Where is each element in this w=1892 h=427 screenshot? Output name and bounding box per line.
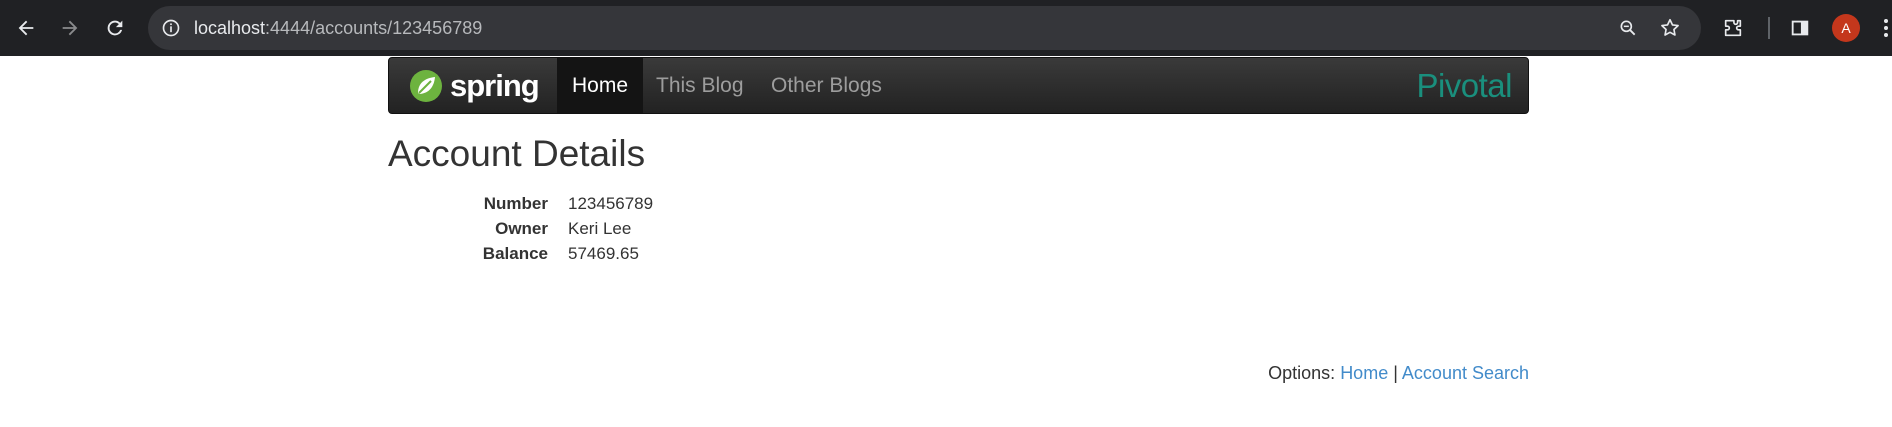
nav-item-this-blog[interactable]: This Blog — [641, 58, 759, 113]
extensions-icon[interactable] — [1717, 12, 1749, 44]
home-link[interactable]: Home — [1340, 363, 1388, 383]
url-host: localhost — [194, 18, 266, 38]
account-search-link[interactable]: Account Search — [1402, 363, 1529, 383]
bookmark-star-icon[interactable] — [1657, 15, 1683, 41]
options-footer: Options: Home | Account Search — [1268, 362, 1529, 384]
nav-item-other-blogs[interactable]: Other Blogs — [756, 58, 897, 113]
back-button[interactable] — [8, 10, 44, 46]
detail-label: Number — [483, 194, 548, 213]
detail-value: Keri Lee — [568, 219, 632, 238]
zoom-icon[interactable] — [1615, 15, 1641, 41]
link-separator: | — [1393, 363, 1398, 383]
forward-icon — [62, 20, 78, 36]
detail-label: Balance — [482, 244, 548, 263]
toolbar-divider — [1768, 17, 1770, 39]
spring-leaf-icon — [410, 70, 442, 102]
reload-icon — [107, 20, 123, 36]
spring-logo[interactable]: spring — [409, 67, 540, 105]
detail-label: Owner — [495, 219, 548, 238]
nav-item-home[interactable]: Home — [557, 58, 644, 113]
site-info-icon[interactable] — [158, 15, 184, 41]
page-title: Account Details — [388, 133, 646, 174]
url-path: :4444/accounts/123456789 — [265, 18, 483, 38]
address-bar[interactable]: localhost:4444/accounts/123456789 — [148, 6, 1701, 50]
back-icon — [18, 20, 34, 36]
detail-value: 123456789 — [568, 194, 654, 213]
profile-avatar[interactable]: A — [1832, 14, 1860, 42]
site-navbar: spring Home This Blog Other Blogs Pivota… — [388, 57, 1529, 114]
brand-name: spring — [450, 68, 540, 103]
forward-button[interactable] — [52, 10, 88, 46]
url-text[interactable]: localhost:4444/accounts/123456789 — [194, 6, 482, 50]
menu-dots-icon[interactable] — [1880, 16, 1892, 40]
pivotal-logo[interactable]: Pivotal — [1416, 66, 1512, 106]
detail-value: 57469.65 — [568, 244, 639, 263]
options-label: Options: — [1268, 363, 1336, 383]
reload-button[interactable] — [97, 10, 133, 46]
browser-toolbar: localhost:4444/accounts/123456789 A — [0, 0, 1892, 56]
side-panel-icon[interactable] — [1784, 12, 1816, 44]
